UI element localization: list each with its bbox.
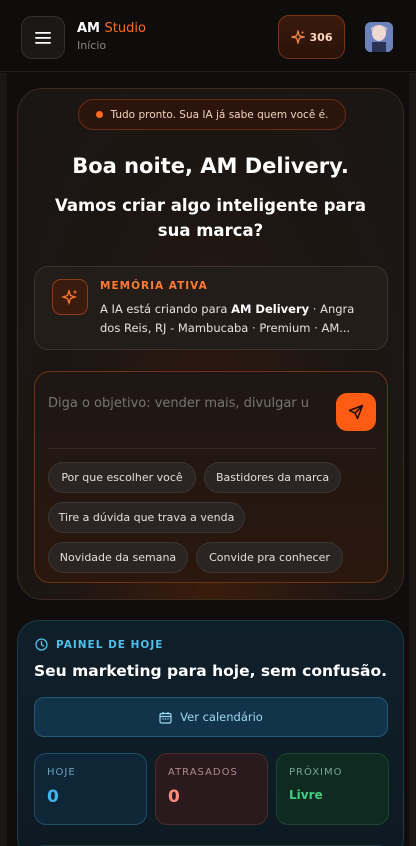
brand-primary: AM <box>77 21 100 36</box>
memory-text: A IA está criando para AM Delivery · Ang… <box>100 300 375 338</box>
stat-late[interactable]: ATRASADOS 0 <box>155 753 268 825</box>
clock-icon <box>35 638 48 651</box>
status-dot-icon <box>95 111 103 118</box>
suggestion-chip[interactable]: Por que escolher você <box>48 462 196 493</box>
stat-late-label: ATRASADOS <box>168 767 238 778</box>
send-button[interactable] <box>336 393 376 431</box>
hamburger-icon <box>35 31 51 44</box>
sparkles-icon <box>290 30 305 44</box>
stat-next-value: Livre <box>289 788 323 802</box>
objective-input[interactable] <box>48 396 330 411</box>
stat-today-value: 0 <box>47 787 59 807</box>
stat-today-label: HOJE <box>47 767 76 778</box>
credits-count: 306 <box>309 30 333 44</box>
stat-next-label: PRÓXIMO <box>289 767 343 778</box>
left-edge <box>0 73 7 846</box>
stat-next[interactable]: PRÓXIMO Livre <box>276 753 389 825</box>
suggestion-chip[interactable]: Bastidores da marca <box>204 462 341 493</box>
today-panel: PAINEL DE HOJE Seu marketing para hoje, … <box>17 620 404 846</box>
stat-today[interactable]: HOJE 0 <box>34 753 147 825</box>
status-badge: Tudo pronto. Sua IA já sabe quem você é. <box>78 99 346 130</box>
memory-brand: AM Delivery <box>231 302 310 316</box>
calendar-button-label: Ver calendário <box>180 710 263 724</box>
menu-button[interactable] <box>21 16 65 59</box>
app-header: AM Studio Início 306 <box>0 0 416 72</box>
composer-divider <box>48 448 376 449</box>
sparkles-icon <box>61 288 78 306</box>
brand-title: AM Studio <box>77 21 146 36</box>
memory-prefix: A IA está criando para <box>100 302 232 316</box>
suggestion-chip[interactable]: Convide pra conhecer <box>196 542 343 573</box>
avatar[interactable] <box>365 22 393 52</box>
avatar-image <box>365 22 393 52</box>
credits-button[interactable]: 306 <box>278 15 345 59</box>
right-edge <box>409 73 416 846</box>
memory-label: MEMÓRIA ATIVA <box>100 280 208 292</box>
panel-title: Seu marketing para hoje, sem confusão. <box>34 662 388 680</box>
status-text: Tudo pronto. Sua IA já sabe quem você é. <box>110 108 329 121</box>
panel-label-text: PAINEL DE HOJE <box>56 638 164 651</box>
calendar-button[interactable]: Ver calendário <box>34 697 388 737</box>
suggestion-chip[interactable]: Novidade da semana <box>48 542 188 573</box>
greeting-title: Boa noite, AM Delivery. <box>72 154 349 178</box>
greeting-subtitle: Vamos criar algo inteligente para sua ma… <box>55 196 366 240</box>
calendar-icon <box>159 711 172 724</box>
hero-card: Tudo pronto. Sua IA já sabe quem você é.… <box>17 88 404 600</box>
suggestion-chip[interactable]: Tire a dúvida que trava a venda <box>48 502 245 533</box>
brand: AM Studio Início <box>77 21 146 52</box>
stat-late-value: 0 <box>168 787 180 807</box>
memory-card[interactable]: MEMÓRIA ATIVA A IA está criando para AM … <box>34 266 388 350</box>
brand-accent: Studio <box>104 21 146 36</box>
breadcrumb: Início <box>77 39 107 52</box>
memory-icon <box>52 279 88 315</box>
prompt-composer: Por que escolher você Bastidores da marc… <box>34 371 388 583</box>
panel-label: PAINEL DE HOJE <box>35 638 163 651</box>
send-icon <box>348 404 364 420</box>
